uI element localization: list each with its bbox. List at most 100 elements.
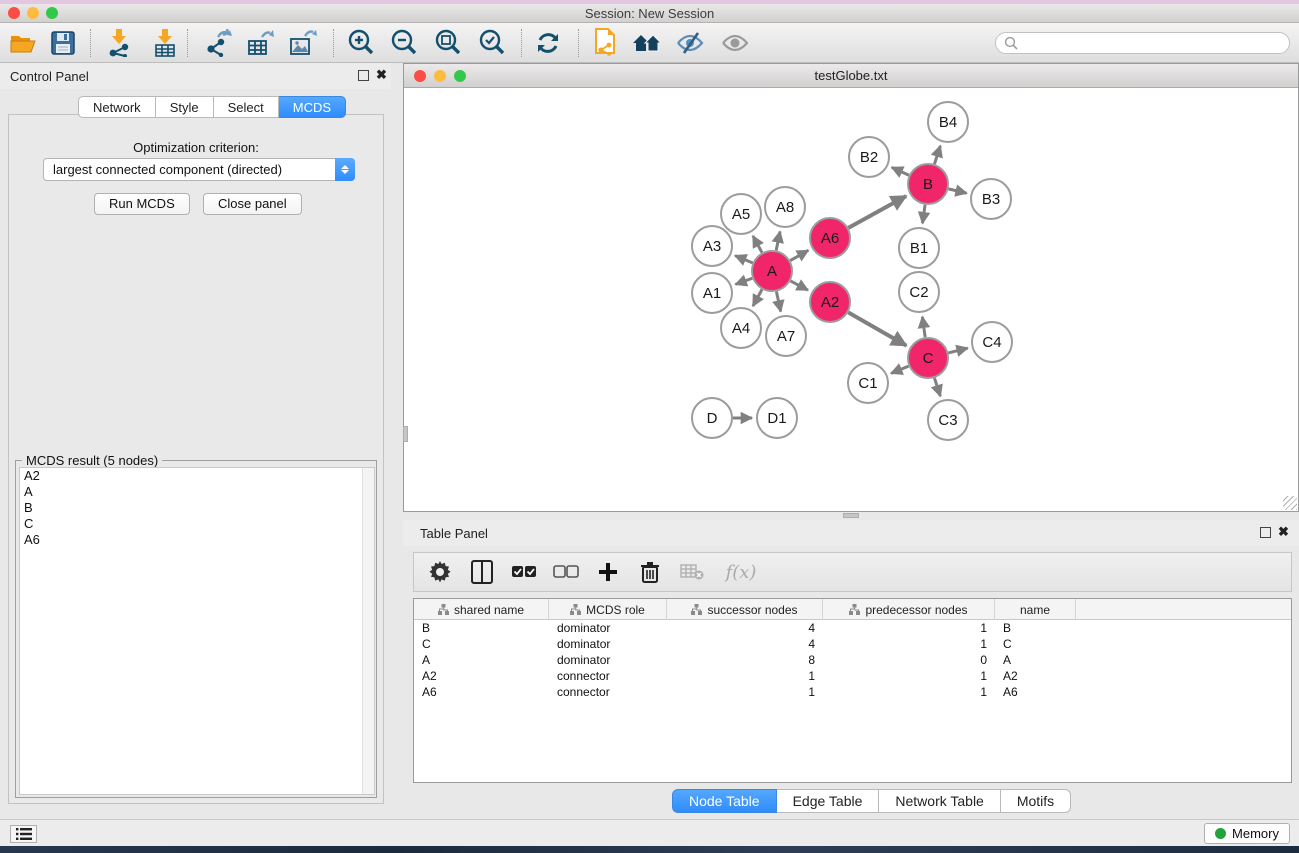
graph-node-A5[interactable]: A5: [721, 194, 761, 234]
app-title-bar[interactable]: Session: New Session: [0, 4, 1299, 23]
tab-style[interactable]: Style: [156, 96, 214, 118]
close-window-icon[interactable]: [8, 7, 20, 19]
table-row[interactable]: Cdominator41C: [414, 636, 1291, 652]
cell-predecessor-nodes[interactable]: 1: [823, 621, 995, 635]
graph-node-C2[interactable]: C2: [899, 272, 939, 312]
splitter-handle[interactable]: [843, 513, 859, 518]
tab-network-table[interactable]: Network Table: [879, 789, 1000, 813]
mcds-result-item[interactable]: C: [20, 516, 374, 532]
cell-predecessor-nodes[interactable]: 1: [823, 685, 995, 699]
graph-node-A1[interactable]: A1: [692, 273, 732, 313]
zoom-fit-icon[interactable]: [433, 29, 463, 57]
graph-node-A2[interactable]: A2: [810, 282, 850, 322]
gear-icon[interactable]: [426, 558, 454, 586]
cell-predecessor-nodes[interactable]: 1: [823, 637, 995, 651]
edge-B-B3[interactable]: [948, 189, 966, 193]
column-header-predecessor-nodes[interactable]: predecessor nodes: [823, 599, 995, 620]
minimize-window-icon[interactable]: [27, 7, 39, 19]
edge-A-A4[interactable]: [753, 289, 762, 306]
import-table-icon[interactable]: [150, 29, 180, 57]
mcds-result-item[interactable]: A: [20, 484, 374, 500]
graph-node-D1[interactable]: D1: [757, 398, 797, 438]
cell-predecessor-nodes[interactable]: 1: [823, 669, 995, 683]
node-table[interactable]: shared nameMCDS rolesuccessor nodesprede…: [413, 598, 1292, 783]
cell-shared-name[interactable]: A6: [414, 685, 549, 699]
window-resize-grip[interactable]: [1283, 496, 1297, 510]
zoom-in-icon[interactable]: [346, 29, 376, 57]
export-network-icon[interactable]: [203, 29, 233, 57]
edge-A6-B[interactable]: [848, 196, 906, 228]
table-row[interactable]: Bdominator41B: [414, 620, 1291, 636]
edge-A-A3[interactable]: [735, 256, 753, 263]
edge-B-B4[interactable]: [934, 146, 940, 164]
tab-motifs[interactable]: Motifs: [1001, 789, 1071, 813]
graph-node-A7[interactable]: A7: [766, 316, 806, 356]
edge-C-C4[interactable]: [948, 348, 967, 353]
table-row[interactable]: A6connector11A6: [414, 684, 1291, 700]
mcds-result-item[interactable]: A6: [20, 532, 374, 548]
float-panel-icon[interactable]: [358, 70, 369, 81]
maximize-window-icon[interactable]: [454, 70, 466, 82]
cell-MCDS-role[interactable]: connector: [549, 669, 667, 683]
cell-name[interactable]: B: [995, 621, 1076, 635]
mcds-result-item[interactable]: B: [20, 500, 374, 516]
search-input[interactable]: [1018, 34, 1289, 52]
graph-node-B4[interactable]: B4: [928, 102, 968, 142]
scrollbar-track[interactable]: [362, 468, 374, 794]
close-panel-button[interactable]: Close panel: [203, 193, 302, 215]
zoom-out-icon[interactable]: [389, 29, 419, 57]
show-graphics-icon[interactable]: [720, 29, 750, 57]
edge-A-A1[interactable]: [735, 278, 752, 284]
delete-column-icon[interactable]: [636, 558, 664, 586]
edge-A2-C[interactable]: [848, 312, 906, 345]
cell-name[interactable]: A: [995, 653, 1076, 667]
cell-shared-name[interactable]: B: [414, 621, 549, 635]
cell-shared-name[interactable]: A2: [414, 669, 549, 683]
cell-MCDS-role[interactable]: dominator: [549, 637, 667, 651]
criterion-dropdown[interactable]: largest connected component (directed): [43, 158, 355, 181]
graph-node-C1[interactable]: C1: [848, 363, 888, 403]
graph-node-B2[interactable]: B2: [849, 137, 889, 177]
graph-node-B3[interactable]: B3: [971, 179, 1011, 219]
mcds-result-list[interactable]: A2ABCA6: [19, 467, 375, 795]
export-table-icon[interactable]: [246, 29, 276, 57]
mcds-result-item[interactable]: A2: [20, 468, 374, 484]
float-panel-icon[interactable]: [1260, 527, 1271, 538]
cell-name[interactable]: A2: [995, 669, 1076, 683]
network-window-title-bar[interactable]: testGlobe.txt: [404, 64, 1298, 88]
close-panel-icon[interactable]: ✖: [1278, 524, 1289, 540]
edge-A-A2[interactable]: [791, 281, 808, 290]
network-from-file-icon[interactable]: [590, 29, 620, 57]
splitter-handle[interactable]: [403, 426, 408, 442]
maximize-window-icon[interactable]: [46, 7, 58, 19]
column-header-MCDS-role[interactable]: MCDS role: [549, 599, 667, 620]
cell-shared-name[interactable]: C: [414, 637, 549, 651]
graph-node-C4[interactable]: C4: [972, 322, 1012, 362]
graph-node-A4[interactable]: A4: [721, 308, 761, 348]
network-graph-canvas[interactable]: B4B2BB3B1A5A8A6A3AA1A2C2A4A7CC4C1C3DD1: [405, 89, 1298, 511]
tab-select[interactable]: Select: [214, 96, 279, 118]
cell-successor-nodes[interactable]: 1: [667, 669, 823, 683]
export-image-icon[interactable]: [288, 29, 318, 57]
cell-successor-nodes[interactable]: 1: [667, 685, 823, 699]
graph-node-C[interactable]: C: [908, 338, 948, 378]
network-view-window[interactable]: testGlobe.txt B4B2BB3B1A5A8A6A3AA1A2C2A4…: [403, 63, 1299, 512]
edge-B-B1[interactable]: [922, 205, 925, 223]
cell-name[interactable]: C: [995, 637, 1076, 651]
cell-MCDS-role[interactable]: dominator: [549, 621, 667, 635]
cell-MCDS-role[interactable]: connector: [549, 685, 667, 699]
table-row[interactable]: Adominator80A: [414, 652, 1291, 668]
cell-successor-nodes[interactable]: 8: [667, 653, 823, 667]
deselect-all-icon[interactable]: [552, 558, 580, 586]
tab-edge-table[interactable]: Edge Table: [777, 789, 880, 813]
import-network-icon[interactable]: [104, 29, 134, 57]
edge-C-C1[interactable]: [891, 366, 909, 373]
save-session-icon[interactable]: [48, 29, 78, 57]
edge-A-A6[interactable]: [790, 250, 808, 260]
memory-button[interactable]: Memory: [1204, 823, 1290, 844]
tab-node-table[interactable]: Node Table: [672, 789, 777, 813]
edge-A-A8[interactable]: [776, 231, 780, 250]
tab-mcds[interactable]: MCDS: [279, 96, 346, 118]
edge-C-C2[interactable]: [922, 317, 925, 337]
close-panel-icon[interactable]: ✖: [376, 67, 387, 83]
